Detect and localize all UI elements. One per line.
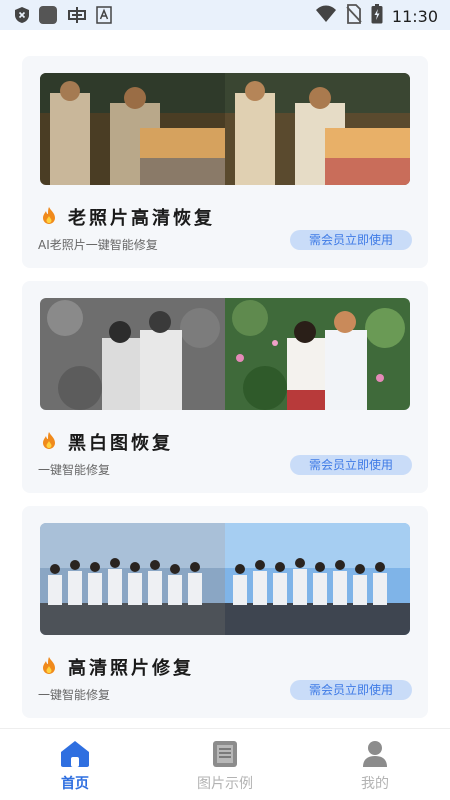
nav-item-examples[interactable]: 图片示例 [150,729,300,800]
main-content[interactable]: 老照片高清恢复 AI老照片一键智能修复 需会员立即使用 黑白图恢复 一键智能修复… [0,30,450,728]
card-subtitle: AI老照片一键智能修复 [38,238,158,252]
nav-item-mine[interactable]: 我的 [300,729,450,800]
card-subtitle: 一键智能修复 [38,688,111,702]
home-icon [60,740,90,772]
nav-label-examples: 图片示例 [197,776,253,792]
clock: 11:30 [391,6,438,26]
fire-icon [42,206,56,228]
vip-use-button[interactable]: 需会员立即使用 [290,230,412,250]
hd-photo-comparison-image [40,523,410,635]
bottom-nav: 首页 图片示例 我的 [0,728,450,800]
nav-item-home[interactable]: 首页 [0,729,150,800]
bw-photo-comparison-image [40,298,410,410]
card-title: 黑白图恢复 [68,433,173,454]
user-icon [360,740,390,772]
nav-label-home: 首页 [61,776,89,792]
card-bw-photo-restore[interactable]: 黑白图恢复 一键智能修复 需会员立即使用 [22,281,428,493]
shield-icon [14,6,30,28]
card-title: 老照片高清恢复 [68,208,215,229]
status-bar: 11:30 [0,0,450,30]
square-icon [38,5,58,29]
fire-icon [42,431,56,453]
app-icon [66,5,88,29]
fire-icon [42,656,56,678]
card-hd-photo-restore[interactable]: 高清照片修复 一键智能修复 需会员立即使用 [22,506,428,718]
vip-use-button[interactable]: 需会员立即使用 [290,680,412,700]
document-icon [210,740,240,772]
wifi-icon [315,5,337,27]
old-photo-comparison-image [40,73,410,185]
text-a-icon [96,6,112,28]
no-sim-icon [346,4,362,28]
vip-use-button[interactable]: 需会员立即使用 [290,455,412,475]
battery-charging-icon [371,4,383,28]
nav-label-mine: 我的 [361,776,389,792]
card-old-photo-restore[interactable]: 老照片高清恢复 AI老照片一键智能修复 需会员立即使用 [22,56,428,268]
card-subtitle: 一键智能修复 [38,463,111,477]
card-title: 高清照片修复 [68,658,194,679]
